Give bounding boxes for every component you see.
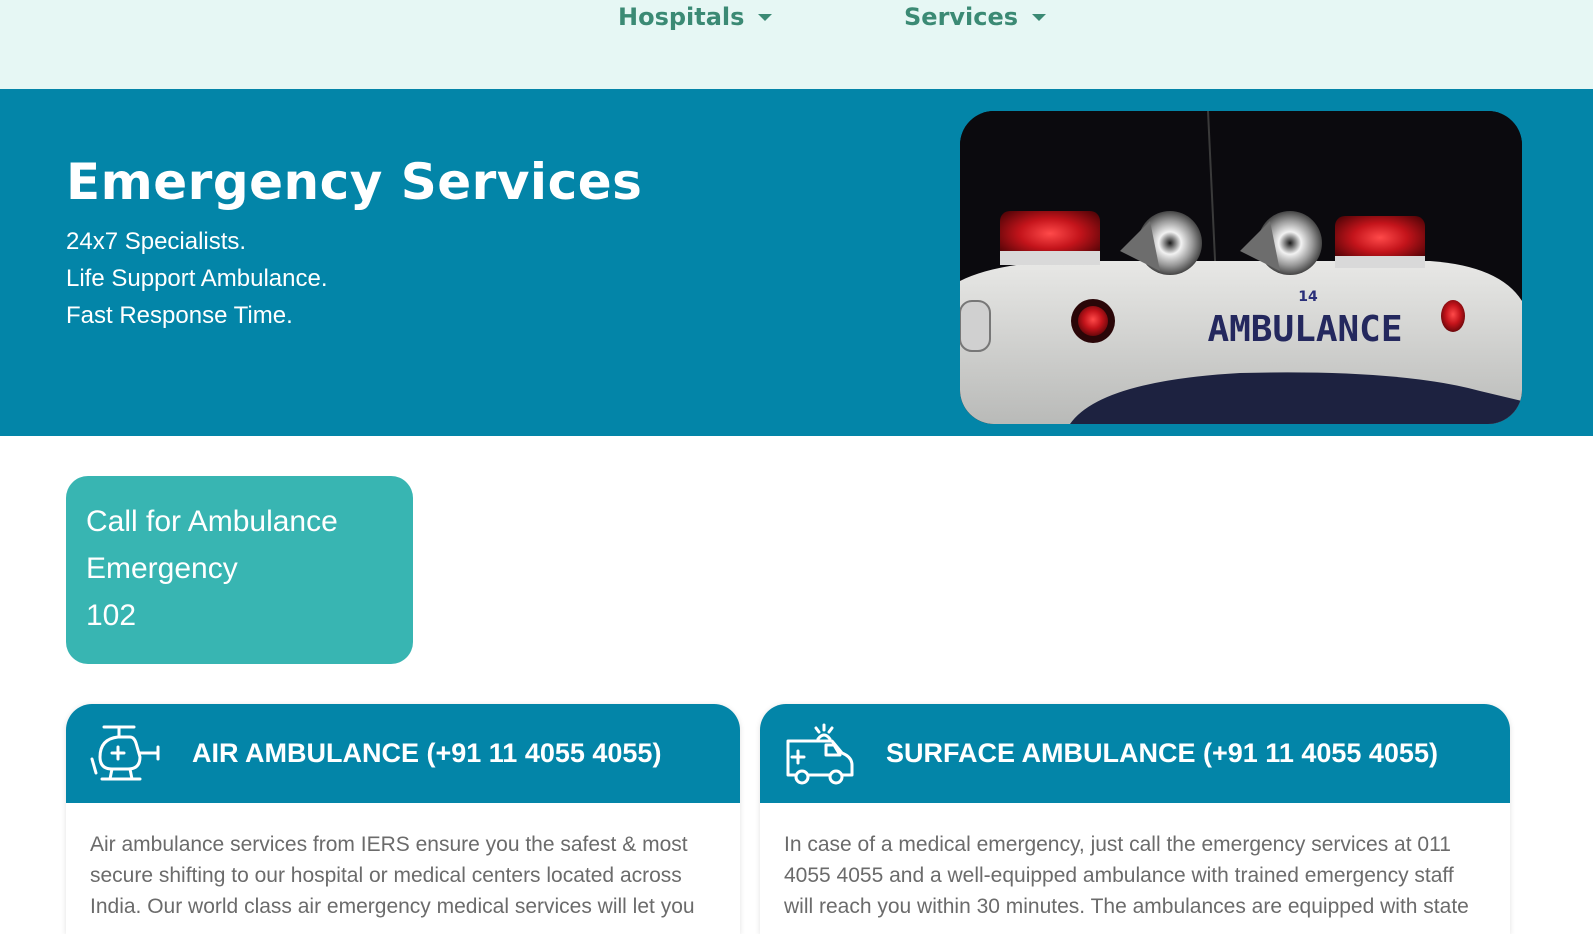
- top-nav: Hospitals Services: [0, 0, 1593, 89]
- chevron-down-icon: [1032, 13, 1047, 21]
- air-ambulance-header[interactable]: AIR AMBULANCE (+91 11 4055 4055): [66, 704, 740, 803]
- air-ambulance-title: AIR AMBULANCE (+91 11 4055 4055): [192, 738, 662, 768]
- hero-feature-line: 24x7 Specialists.: [66, 228, 247, 255]
- ambulance-lettering: AMBULANCE: [1207, 309, 1402, 350]
- hero-feature-line: Fast Response Time.: [66, 302, 293, 329]
- hero-banner: Emergency Services 24x7 Specialists. Lif…: [0, 89, 1593, 436]
- surface-ambulance-header[interactable]: SURFACE AMBULANCE (+91 11 4055 4055): [760, 704, 1510, 803]
- ambulance-icon: [786, 723, 854, 784]
- nav-services-label: Services: [904, 3, 1019, 31]
- chevron-down-icon: [758, 13, 773, 21]
- air-ambulance-card: AIR AMBULANCE (+91 11 4055 4055) Air amb…: [66, 704, 740, 934]
- air-ambulance-description: Air ambulance services from IERS ensure …: [90, 833, 695, 918]
- surface-ambulance-description: In case of a medical emergency, just cal…: [784, 833, 1469, 918]
- surface-ambulance-card: SURFACE AMBULANCE (+91 11 4055 4055) In …: [760, 704, 1510, 934]
- emergency-number[interactable]: 102: [86, 592, 393, 639]
- nav-hospitals-label: Hospitals: [618, 3, 745, 31]
- hero-features: 24x7 Specialists. Life Support Ambulance…: [66, 223, 328, 334]
- helicopter-icon: [90, 725, 160, 780]
- call-ambulance-box[interactable]: Call for Ambulance Emergency 102: [66, 476, 413, 664]
- surface-ambulance-title: SURFACE AMBULANCE (+91 11 4055 4055): [886, 738, 1438, 768]
- nav-services-dropdown[interactable]: Services: [904, 0, 1047, 34]
- nav-hospitals-dropdown[interactable]: Hospitals: [618, 0, 773, 34]
- call-box-subtitle: Emergency: [86, 552, 238, 585]
- call-box-label: Call for Ambulance: [86, 505, 338, 538]
- hero-feature-line: Life Support Ambulance.: [66, 265, 328, 292]
- page-title: Emergency Services: [66, 153, 643, 211]
- ambulance-photo: 14 AMBULANCE: [960, 111, 1522, 424]
- ambulance-unit-number: 14: [1298, 289, 1318, 305]
